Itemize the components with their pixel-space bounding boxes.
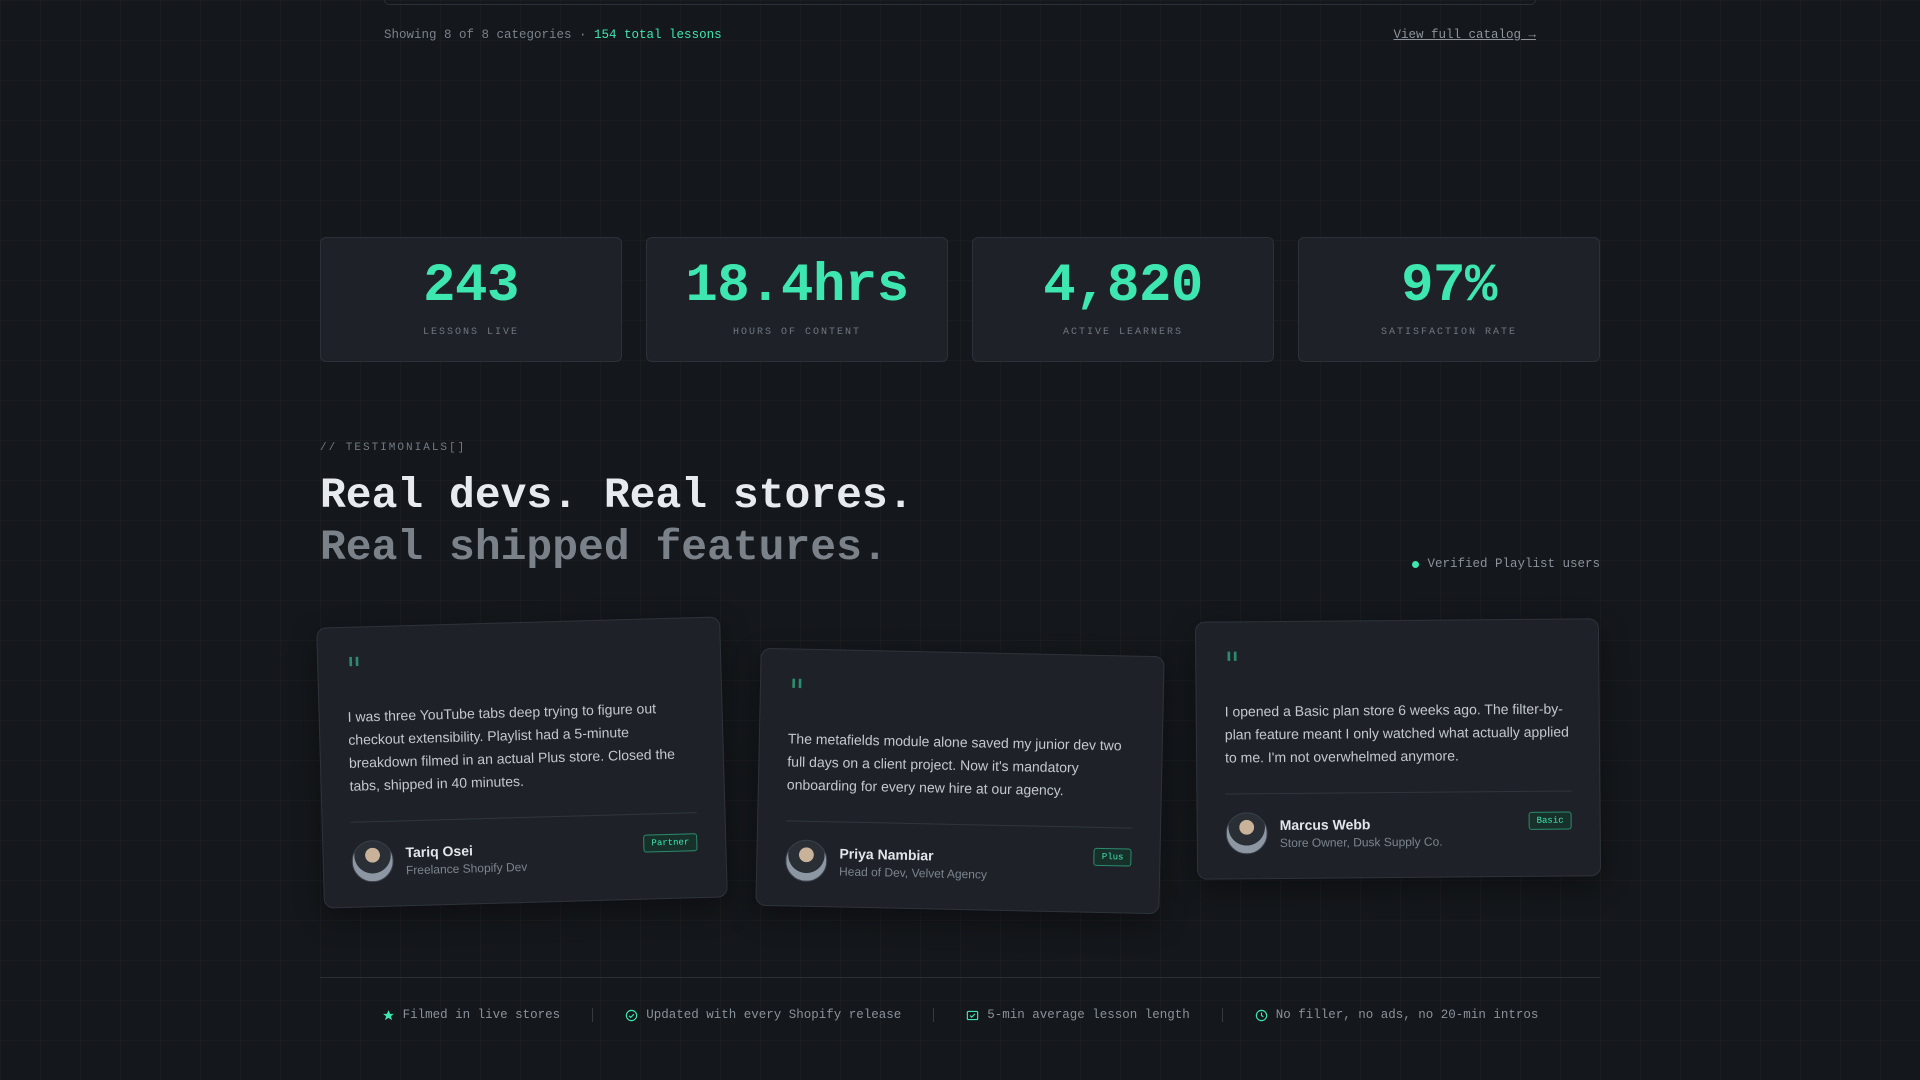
catalog-panel-edge	[384, 0, 1536, 5]
plan-badge: Partner	[643, 833, 698, 853]
testimonial-card: " I opened a Basic plan store 6 weeks ag…	[1194, 618, 1602, 880]
testimonial-author: Priya Nambiar Head of Dev, Velvet Agency…	[784, 839, 1132, 888]
clock-icon	[1255, 1009, 1268, 1021]
stat-label: SATISFACTION RATE	[1380, 327, 1518, 338]
section-divider	[320, 977, 1600, 978]
quote-mark-icon: "	[1224, 645, 1241, 686]
feature-label: Filmed in live stores	[402, 1008, 561, 1022]
stat-label: ACTIVE LEARNERS	[1062, 327, 1183, 338]
stats-row: 243 LESSONS LIVE 18.4hrs HOURS OF CONTEN…	[320, 237, 1600, 362]
star-icon	[382, 1009, 394, 1020]
headline-line-1: Real devs. Real stores.	[320, 471, 914, 520]
stat-card-hours: 18.4hrs HOURS OF CONTENT	[646, 237, 948, 362]
catalog-summary-text: Showing 8 of 8 categories ·	[384, 28, 595, 42]
avatar	[784, 839, 828, 883]
separator	[933, 1008, 935, 1022]
view-full-catalog-link[interactable]: View full catalog →	[1393, 28, 1536, 42]
stat-value: 4,820	[1043, 256, 1203, 317]
plan-badge: Basic	[1528, 811, 1572, 830]
page: Showing 8 of 8 categories · 154 total le…	[0, 0, 1920, 1080]
author-info: Tariq Osei Freelance Shopify Dev	[405, 837, 644, 877]
author-name: Marcus Webb	[1279, 815, 1371, 833]
avatar	[1225, 812, 1268, 855]
stat-card-satisfaction: 97% SATISFACTION RATE	[1298, 237, 1600, 362]
check-circle-icon	[625, 1009, 638, 1021]
verified-users-label: Verified Playlist users	[1427, 557, 1600, 571]
catalog-summary: Showing 8 of 8 categories · 154 total le…	[384, 28, 722, 42]
stat-card-lessons: 243 LESSONS LIVE	[320, 237, 622, 362]
author-role: Freelance Shopify Dev	[405, 859, 528, 877]
testimonial-card: " The metafields module alone saved my j…	[755, 647, 1165, 915]
stat-value: 18.4hrs	[685, 256, 909, 317]
plan-badge: Plus	[1093, 847, 1132, 867]
author-info: Marcus Webb Store Owner, Dusk Supply Co.	[1279, 814, 1529, 850]
separator	[1221, 1008, 1223, 1022]
testimonials-headline: Real devs. Real stores. Real shipped fea…	[320, 470, 914, 574]
feature-item: Filmed in live stores	[382, 1008, 561, 1022]
feature-label: Updated with every Shopify release	[646, 1008, 902, 1022]
avatar	[351, 839, 395, 883]
feature-item: 5-min average lesson length	[966, 1008, 1190, 1022]
testimonial-card: " I was three YouTube tabs deep trying t…	[316, 616, 728, 909]
total-lessons-count: 154 total lessons	[594, 28, 722, 42]
card-divider	[350, 812, 697, 823]
feature-item: No filler, no ads, no 20-min intros	[1255, 1008, 1539, 1022]
stat-label: HOURS OF CONTENT	[732, 327, 861, 338]
verified-users-note: Verified Playlist users	[1412, 557, 1600, 571]
stat-value: 243	[423, 256, 519, 317]
headline-line-2: Real shipped features.	[320, 523, 888, 572]
quote-mark-icon: "	[345, 650, 363, 691]
testimonial-quote: I was three YouTube tabs deep trying to …	[347, 700, 676, 794]
stat-label: LESSONS LIVE	[422, 327, 519, 338]
testimonial-quote: The metafields module alone saved my jun…	[786, 730, 1122, 799]
video-check-icon	[966, 1010, 979, 1020]
testimonial-quote: I opened a Basic plan store 6 weeks ago.…	[1224, 700, 1569, 766]
card-divider	[786, 820, 1133, 829]
features-strip: Filmed in live stores Updated with every…	[320, 1008, 1600, 1022]
testimonials-eyebrow: // TESTIMONIALS[]	[320, 442, 467, 454]
separator	[592, 1008, 594, 1022]
testimonial-author: Marcus Webb Store Owner, Dusk Supply Co.…	[1225, 809, 1572, 855]
author-info: Priya Nambiar Head of Dev, Velvet Agency	[839, 845, 1094, 883]
feature-item: Updated with every Shopify release	[625, 1008, 901, 1022]
feature-label: No filler, no ads, no 20-min intros	[1275, 1008, 1539, 1022]
author-name: Priya Nambiar	[839, 844, 934, 863]
testimonial-author: Tariq Osei Freelance Shopify Dev Partner	[351, 831, 698, 883]
card-divider	[1225, 790, 1572, 795]
feature-label: 5-min average lesson length	[987, 1008, 1190, 1022]
stat-value: 97%	[1401, 256, 1497, 317]
quote-mark-icon: "	[788, 672, 805, 713]
author-role: Store Owner, Dusk Supply Co.	[1279, 834, 1443, 850]
status-dot-icon	[1412, 560, 1420, 568]
stat-card-learners: 4,820 ACTIVE LEARNERS	[972, 237, 1274, 362]
author-role: Head of Dev, Velvet Agency	[838, 863, 988, 882]
